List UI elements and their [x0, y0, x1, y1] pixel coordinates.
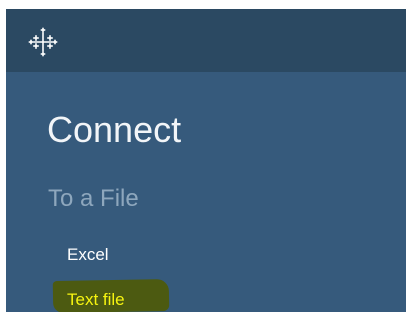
connect-title: Connect: [47, 109, 182, 150]
connect-text-file-link[interactable]: Text file: [67, 291, 125, 308]
section-to-a-file: To a File: [48, 185, 139, 212]
connect-pane: Connect To a File Excel Text file: [6, 9, 406, 312]
connect-excel-link[interactable]: Excel: [67, 246, 109, 263]
connect-panel: Connect To a File Excel Text file: [6, 72, 406, 312]
tableau-cross-logo-icon[interactable]: [28, 27, 58, 57]
top-bar: [6, 9, 406, 72]
